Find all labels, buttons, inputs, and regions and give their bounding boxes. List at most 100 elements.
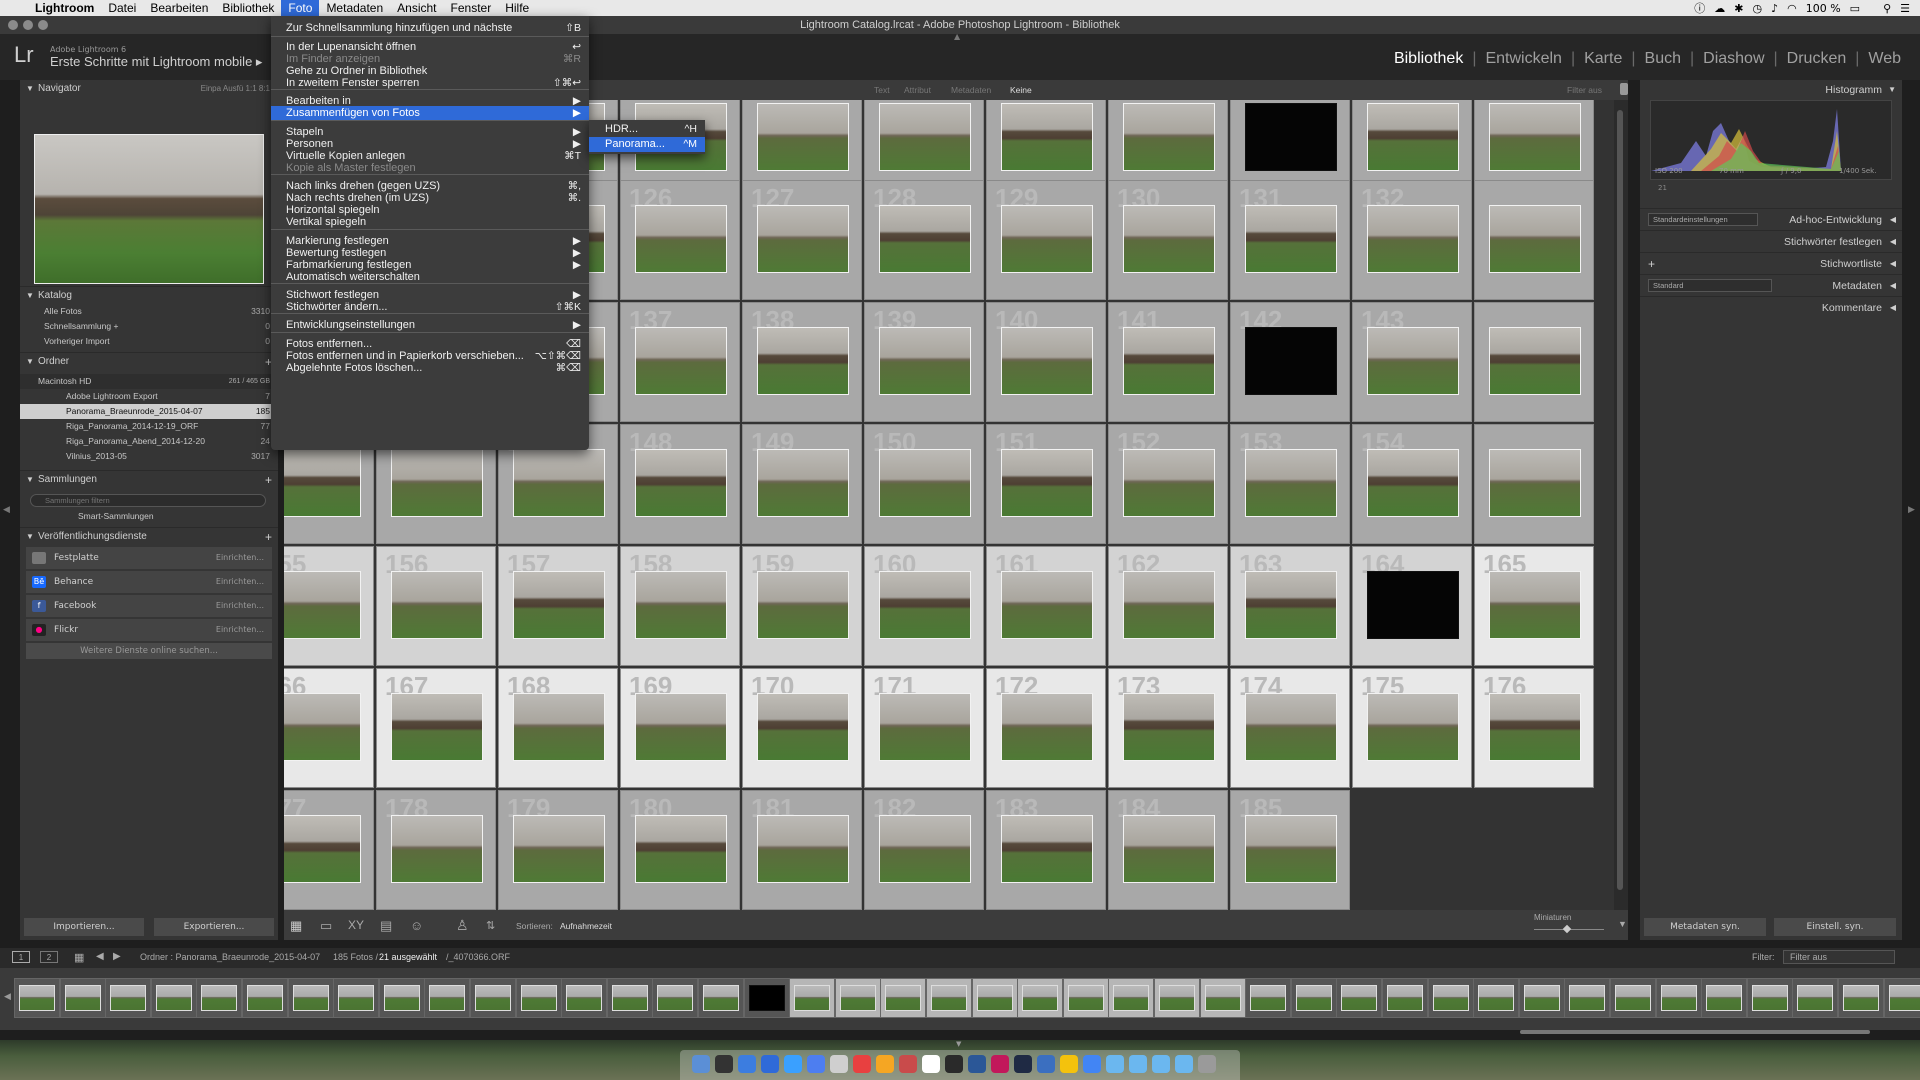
photo-thumbnail[interactable]	[1123, 327, 1215, 395]
filmstrip-thumbnail[interactable]	[926, 978, 972, 1018]
filmstrip-thumbnail[interactable]	[1336, 978, 1383, 1018]
grid-cell[interactable]: 128	[864, 180, 984, 300]
notification-icon[interactable]: ☰	[1900, 2, 1910, 15]
photo-thumbnail[interactable]	[1123, 815, 1215, 883]
menu-item-panorama[interactable]: Panorama... ^M	[589, 137, 705, 152]
folder-row[interactable]: Riga_Panorama_Abend_2014-12-20 24	[20, 434, 278, 449]
grid-cell[interactable]: 137	[620, 302, 740, 422]
sync-metadata-button[interactable]: Metadaten syn.	[1644, 918, 1766, 936]
filmstrip-thumbnail[interactable]	[1746, 978, 1793, 1018]
compare-view-icon[interactable]: XY	[348, 918, 364, 932]
grid-cell[interactable]: 157	[498, 546, 618, 666]
module-drucken[interactable]: Drucken	[1778, 50, 1856, 68]
photo-thumbnail[interactable]	[757, 205, 849, 273]
filter-tab-metadaten[interactable]: Metadaten	[951, 85, 991, 95]
grid-cell[interactable]: 149	[742, 424, 862, 544]
grid-cell[interactable]: 127	[742, 180, 862, 300]
filter-tab-text[interactable]: Text	[874, 85, 890, 95]
filter-tab-attribut[interactable]: Attribut	[904, 85, 931, 95]
grid-cell[interactable]: 150	[864, 424, 984, 544]
grid-cell[interactable]: 179	[498, 790, 618, 910]
photo-thumbnail[interactable]	[1001, 205, 1093, 273]
photo-thumbnail[interactable]	[757, 103, 849, 171]
source-path[interactable]: Ordner : Panorama_Braeunrode_2015-04-07	[140, 952, 320, 962]
photo-thumbnail[interactable]	[1489, 449, 1581, 517]
grid-cell[interactable]: 176	[1474, 668, 1594, 788]
filmstrip-thumbnail[interactable]	[424, 978, 471, 1018]
filmstrip-thumbnail[interactable]	[242, 978, 288, 1018]
volume-macintosh-hd[interactable]: Macintosh HD 261 / 465 GB	[20, 374, 278, 389]
photo-thumbnail[interactable]	[1123, 571, 1215, 639]
metadata-preset-dropdown[interactable]: Standard	[1648, 279, 1772, 292]
dock-app-icon[interactable]	[784, 1055, 802, 1073]
photo-thumbnail[interactable]	[284, 815, 361, 883]
filmstrip-thumbnail[interactable]	[698, 978, 744, 1018]
right-panel-toggle-icon[interactable]: ▶	[1908, 505, 1915, 515]
slider-thumb[interactable]	[1562, 924, 1572, 934]
grid-cell[interactable]: 164	[1352, 546, 1472, 666]
add-collection-icon[interactable]: +	[265, 471, 272, 489]
filmstrip-thumbnail[interactable]	[1838, 978, 1884, 1018]
filmstrip-thumbnail[interactable]	[1427, 978, 1474, 1018]
status-icon-1[interactable]: ⓘ	[1694, 0, 1705, 16]
filmstrip-thumbnail[interactable]	[743, 978, 790, 1018]
menu-item-hdr[interactable]: HDR... ^H	[589, 122, 705, 137]
grid-cell[interactable]: 177	[284, 790, 374, 910]
grid-cell[interactable]: 153	[1230, 424, 1350, 544]
photo-thumbnail[interactable]	[635, 693, 727, 761]
dock-app-icon[interactable]	[738, 1055, 756, 1073]
filmstrip-thumbnail[interactable]	[652, 978, 699, 1018]
photo-thumbnail[interactable]	[391, 815, 483, 883]
smart-collections-row[interactable]: Smart-Sammlungen	[20, 509, 278, 524]
photo-thumbnail[interactable]	[1001, 571, 1093, 639]
secondary-window-icon[interactable]: 2	[40, 951, 58, 963]
apple-icon[interactable]	[0, 0, 28, 16]
folder-row[interactable]: Vilnius_2013-05 3017	[20, 449, 278, 464]
publish-services-header[interactable]: ▼ Veröffentlichungsdienste +	[20, 527, 278, 545]
photo-thumbnail[interactable]	[284, 693, 361, 761]
photo-thumbnail[interactable]	[513, 571, 605, 639]
identity-main-text[interactable]: Erste Schritte mit Lightroom mobile ▸	[50, 54, 262, 70]
navigator-preview[interactable]	[34, 134, 264, 284]
sammlungen-header[interactable]: ▼ Sammlungen +	[20, 470, 278, 488]
battery-percent[interactable]: 100 %	[1806, 2, 1841, 15]
photo-thumbnail[interactable]	[1123, 449, 1215, 517]
photo-thumbnail[interactable]	[1245, 103, 1337, 171]
photo-thumbnail[interactable]	[635, 571, 727, 639]
section-ad-hoc-entwicklung[interactable]: Standardeinstellungen Ad-hoc-Entwicklung…	[1640, 208, 1902, 230]
module-entwickeln[interactable]: Entwickeln	[1476, 50, 1570, 68]
photo-thumbnail[interactable]	[1245, 449, 1337, 517]
filmstrip-thumbnail[interactable]	[287, 978, 334, 1018]
import-button[interactable]: Importieren...	[24, 918, 144, 936]
photo-thumbnail[interactable]	[1489, 103, 1581, 171]
folder-row-selected[interactable]: Panorama_Braeunrode_2015-04-07 185	[20, 404, 278, 419]
photo-thumbnail[interactable]	[1123, 205, 1215, 273]
photo-thumbnail[interactable]	[513, 815, 605, 883]
section-stichwoerter-festlegen[interactable]: Stichwörter festlegen ◀	[1640, 230, 1902, 252]
folder-row[interactable]: Riga_Panorama_2014-12-19_ORF 77	[20, 419, 278, 434]
grid-cell[interactable]: 172	[986, 668, 1106, 788]
dock-app-icon[interactable]	[968, 1055, 986, 1073]
grid-cell[interactable]: 154	[1352, 424, 1472, 544]
menu-item[interactable]: Zur Schnellsammlung hinzufügen und nächs…	[271, 21, 589, 36]
dock-app-icon[interactable]	[876, 1055, 894, 1073]
photo-thumbnail[interactable]	[1489, 205, 1581, 273]
photo-thumbnail[interactable]	[757, 571, 849, 639]
grid-cell[interactable]: 129	[986, 180, 1106, 300]
module-buch[interactable]: Buch	[1636, 50, 1690, 68]
zoom-window-button[interactable]	[38, 20, 48, 30]
export-button[interactable]: Exportieren...	[154, 918, 274, 936]
grid-cell[interactable]: 185	[1230, 790, 1350, 910]
section-stichwortliste[interactable]: + Stichwortliste ◀	[1640, 252, 1902, 274]
more-services-button[interactable]: Weitere Dienste online suchen...	[26, 643, 272, 659]
grid-cell[interactable]: 126	[620, 180, 740, 300]
filter-dropdown[interactable]: Filter aus	[1783, 950, 1895, 964]
filmstrip-thumbnail[interactable]	[1017, 978, 1064, 1018]
left-panel-toggle-icon[interactable]: ◀	[3, 505, 10, 515]
dock-app-icon[interactable]	[1083, 1055, 1101, 1073]
katalog-vorheriger-import[interactable]: Vorheriger Import 0	[20, 334, 278, 349]
katalog-schnellsammlung[interactable]: Schnellsammlung +0	[20, 319, 278, 334]
photo-thumbnail[interactable]	[1001, 103, 1093, 171]
photo-thumbnail[interactable]	[513, 449, 605, 517]
wifi-icon[interactable]: ◠	[1787, 2, 1797, 15]
